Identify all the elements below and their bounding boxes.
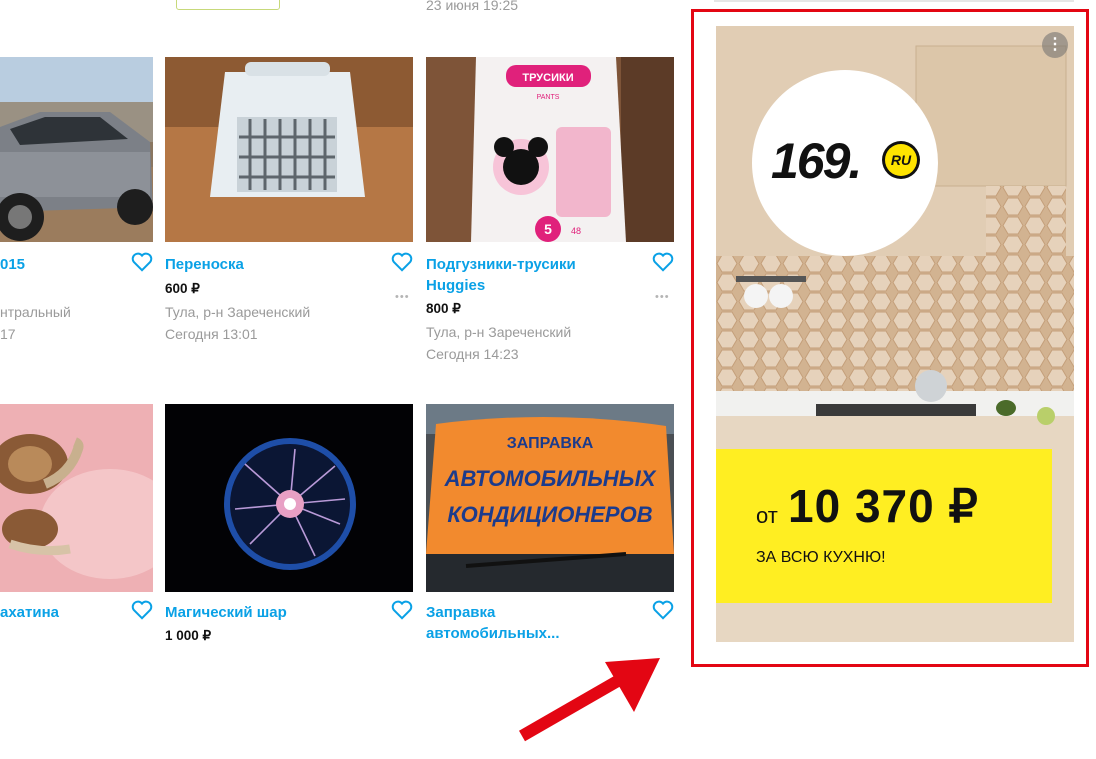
- ad-price: 10 370 ₽: [788, 480, 979, 532]
- ad-subtitle: ЗА ВСЮ КУХНЮ!: [756, 549, 886, 566]
- red-arrow: [519, 658, 660, 742]
- diapers-count: 48: [571, 226, 581, 236]
- listing-photo-car[interactable]: [0, 57, 153, 242]
- listing-date-car: 17: [0, 326, 16, 342]
- listing-photo-diapers[interactable]: ТРУСИКИ PANTS 5 48: [426, 57, 674, 242]
- listing-date-carrier: Сегодня 13:01: [165, 326, 258, 342]
- diapers-pack-label: ТРУСИКИ: [522, 72, 573, 84]
- diapers-size-badge: 5: [544, 221, 552, 237]
- top-button-remnant[interactable]: [176, 0, 280, 10]
- listing-price-diapers: 800 ₽: [426, 301, 461, 316]
- more-dots-icon[interactable]: •••: [655, 291, 670, 303]
- listing-photo-snail[interactable]: [0, 404, 153, 592]
- listing-title-snail[interactable]: ахатина: [0, 602, 59, 623]
- heart-icon[interactable]: [391, 252, 413, 272]
- heart-icon[interactable]: [131, 600, 153, 620]
- ad-price-prefix: от: [756, 503, 778, 528]
- listing-price-plasma-ball: 1 000 ₽: [165, 628, 212, 643]
- heart-icon[interactable]: [131, 252, 153, 272]
- listing-title-diapers-line1[interactable]: Подгузники-трусики: [426, 254, 576, 275]
- listing-photo-carrier[interactable]: [165, 57, 413, 242]
- top-divider: [714, 0, 1074, 2]
- aircon-sign-line1: ЗАПРАВКА: [507, 435, 594, 452]
- pet-carrier-photo: [165, 57, 413, 242]
- listing-title-aircon-line2[interactable]: автомобильных...: [426, 623, 560, 644]
- aircon-sign-line2: АВТОМОБИЛЬНЫХ: [444, 466, 657, 491]
- diapers-photo: ТРУСИКИ PANTS 5 48: [426, 57, 674, 242]
- more-dots-icon[interactable]: •••: [395, 291, 410, 303]
- aircon-sign-photo: ЗАПРАВКА АВТОМОБИЛЬНЫХ КОНДИЦИОНЕРОВ: [426, 404, 674, 592]
- heart-icon[interactable]: [652, 252, 674, 272]
- plasma-ball-photo: [165, 404, 413, 592]
- diapers-pack-sublabel: PANTS: [537, 94, 560, 101]
- listing-title-aircon-line1[interactable]: Заправка: [426, 602, 495, 623]
- ad-logo-badge: RU: [885, 144, 917, 176]
- listing-title-car[interactable]: 015: [0, 254, 25, 275]
- listing-location-diapers: Тула, р-н Зареченский: [426, 324, 572, 340]
- listing-title-carrier[interactable]: Переноска: [165, 254, 244, 275]
- listing-location-car: нтральный: [0, 304, 71, 320]
- heart-icon[interactable]: [391, 600, 413, 620]
- listing-price-carrier: 600 ₽: [165, 281, 200, 296]
- ad-logo-text: 169.: [771, 133, 862, 189]
- listing-title-plasma-ball[interactable]: Магический шар: [165, 602, 287, 623]
- listing-title-diapers-line2[interactable]: Huggies: [426, 275, 485, 296]
- kebab-menu-icon[interactable]: ⋮: [1042, 32, 1068, 58]
- aircon-sign-line3: КОНДИЦИОНЕРОВ: [447, 502, 652, 527]
- listing-photo-aircon[interactable]: ЗАПРАВКА АВТОМОБИЛЬНЫХ КОНДИЦИОНЕРОВ: [426, 404, 674, 592]
- snail-photo: [0, 404, 153, 592]
- listing-date-diapers: Сегодня 14:23: [426, 346, 519, 362]
- car-photo: [0, 57, 153, 242]
- listing-date-top: 23 июня 19:25: [426, 0, 519, 13]
- listing-location-carrier: Тула, р-н Зареченский: [165, 304, 311, 320]
- heart-icon[interactable]: [652, 600, 674, 620]
- listing-photo-plasma-ball[interactable]: [165, 404, 413, 592]
